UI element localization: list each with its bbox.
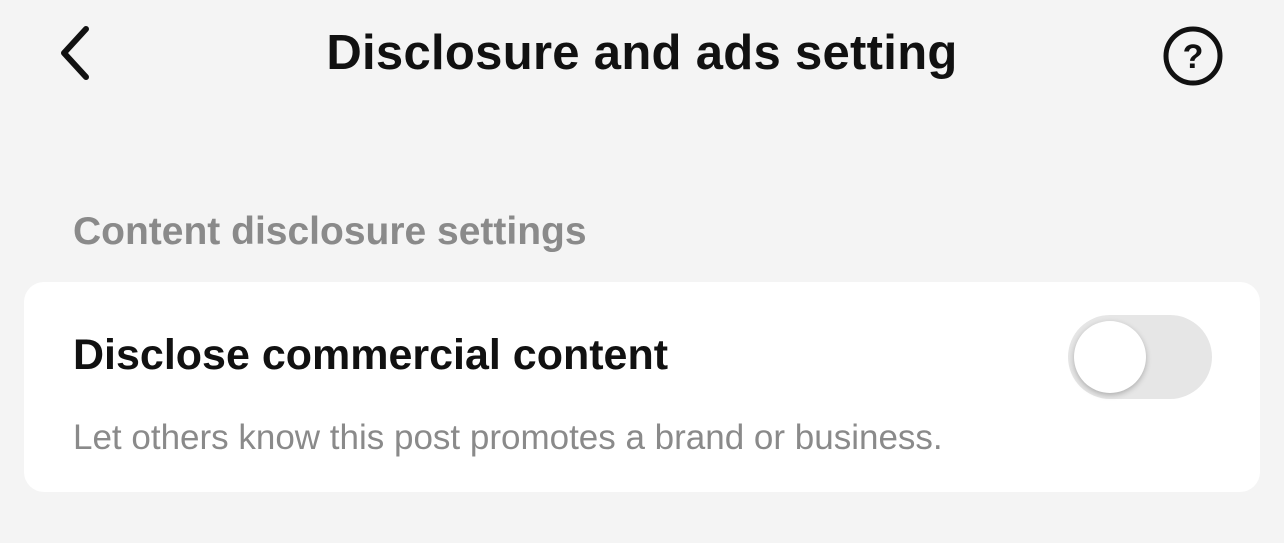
toggle-knob: [1074, 321, 1146, 393]
question-circle-icon: ?: [1163, 26, 1223, 86]
page-title: Disclosure and ads setting: [326, 26, 958, 80]
setting-description: Let others know this post promotes a bra…: [73, 418, 943, 457]
top-bar: Disclosure and ads setting ?: [0, 0, 1284, 110]
question-mark-glyph: ?: [1183, 38, 1204, 76]
section-label: Content disclosure settings: [73, 210, 587, 253]
help-button[interactable]: ?: [1160, 23, 1226, 89]
settings-card: Disclose commercial content Let others k…: [24, 282, 1260, 492]
disclose-commercial-content-toggle[interactable]: [1068, 315, 1212, 399]
setting-title: Disclose commercial content: [73, 331, 669, 379]
